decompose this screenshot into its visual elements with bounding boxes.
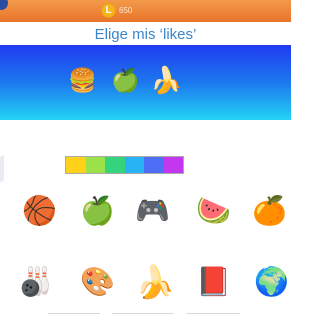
basketball-icon[interactable]: 🏀: [22, 197, 57, 225]
hamburger-icon[interactable]: 🍔: [68, 70, 97, 93]
color-swatch-green[interactable]: [105, 157, 125, 173]
banana-icon[interactable]: 🍌: [150, 68, 182, 94]
game-controller-icon[interactable]: 🎮: [135, 197, 170, 225]
divider: [186, 313, 240, 314]
color-swatch-cyan[interactable]: [124, 157, 144, 173]
banana-icon[interactable]: 🍌: [135, 266, 175, 298]
top-bar: L 650: [0, 0, 291, 22]
profile-avatar[interactable]: [0, 0, 8, 10]
color-palette: [65, 156, 184, 174]
orange-icon[interactable]: 🍊: [252, 197, 287, 225]
watermelon-icon[interactable]: 🍉: [196, 197, 231, 225]
globe-icon[interactable]: 🌍: [254, 268, 289, 296]
green-apple-icon[interactable]: 🍏: [111, 70, 140, 93]
book-icon[interactable]: 📕: [196, 268, 231, 296]
color-swatch-blue[interactable]: [144, 157, 164, 173]
decorative-shape: [0, 154, 4, 188]
color-swatch-lime[interactable]: [85, 157, 105, 173]
bowling-icon[interactable]: 🎳: [18, 268, 53, 296]
divider: [48, 313, 100, 314]
selected-likes-banner: [0, 45, 291, 120]
coin-count: 650: [119, 6, 133, 15]
divider: [112, 313, 174, 314]
page-title: Elige mis ‘likes’: [94, 26, 197, 43]
drawing-icon[interactable]: 🎨: [80, 268, 115, 296]
color-swatch-purple[interactable]: [163, 157, 183, 173]
coin-icon: L: [101, 3, 116, 18]
color-swatch-yellow[interactable]: [66, 157, 86, 173]
green-apple-icon[interactable]: 🍏: [80, 197, 115, 225]
